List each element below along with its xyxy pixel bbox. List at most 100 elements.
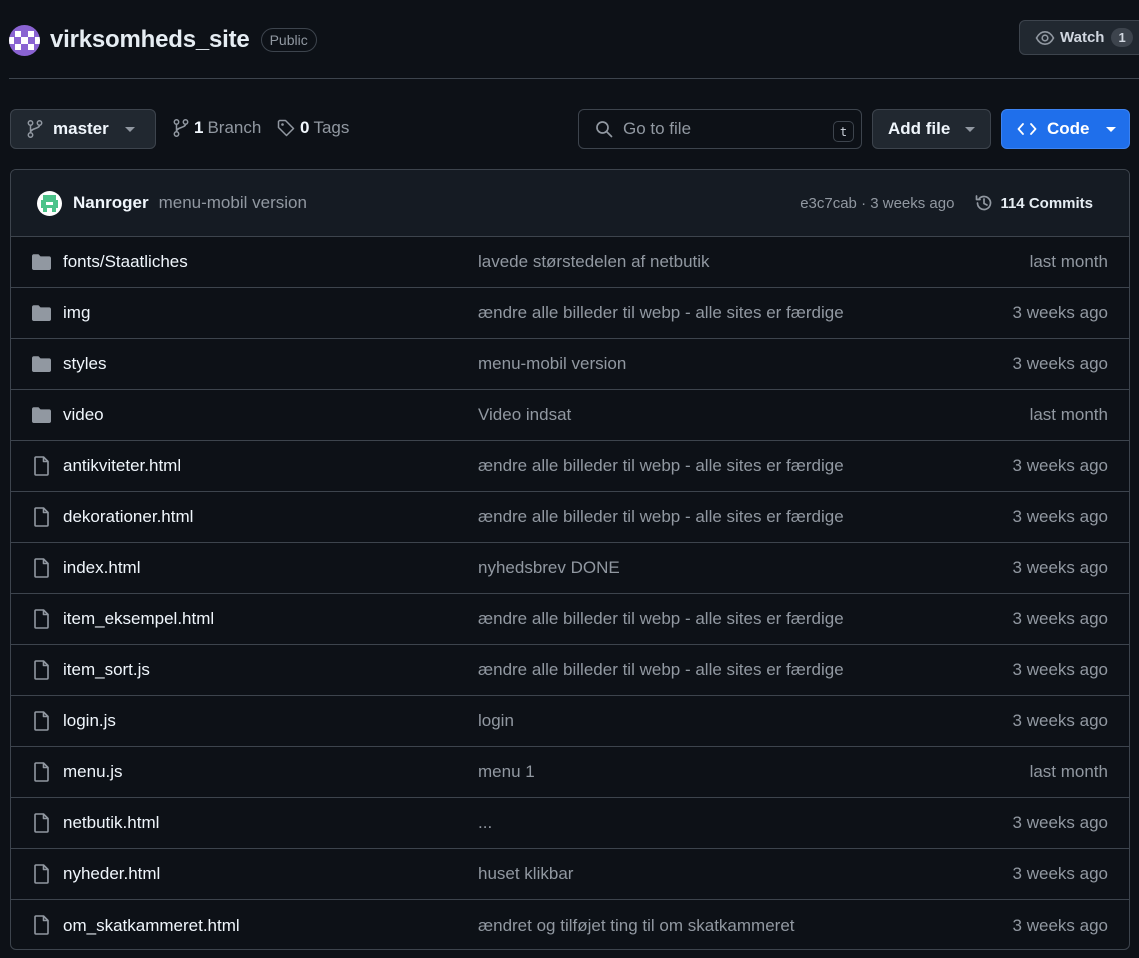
file-name[interactable]: netbutik.html: [63, 813, 159, 833]
table-row[interactable]: menu.js menu 1 last month: [11, 747, 1129, 798]
branch-icon: [173, 119, 189, 137]
file-icon: [31, 456, 52, 476]
code-button[interactable]: Code: [1001, 109, 1130, 149]
table-row[interactable]: nyheder.html huset klikbar 3 weeks ago: [11, 849, 1129, 900]
file-commit-message[interactable]: ændre alle billeder til webp - alle site…: [478, 303, 844, 323]
latest-commit-bar: Nanroger menu-mobil version e3c7cab · 3 …: [11, 170, 1129, 237]
table-row[interactable]: styles menu-mobil version 3 weeks ago: [11, 339, 1129, 390]
file-icon: [31, 711, 52, 731]
tag-count: 0: [300, 118, 310, 137]
table-row[interactable]: antikviteter.html ændre alle billeder ti…: [11, 441, 1129, 492]
file-date: 3 weeks ago: [1012, 354, 1108, 373]
folder-icon: [31, 355, 52, 373]
table-row[interactable]: login.js login 3 weeks ago: [11, 696, 1129, 747]
file-name[interactable]: video: [63, 405, 104, 425]
file-date: 3 weeks ago: [1012, 813, 1108, 832]
branch-selector-button[interactable]: master: [10, 109, 156, 149]
file-date: last month: [1029, 762, 1108, 781]
file-commit-message[interactable]: ...: [478, 813, 492, 833]
file-icon: [31, 813, 52, 833]
file-name[interactable]: menu.js: [63, 762, 123, 782]
repo-header: virksomheds_site Public: [9, 18, 317, 62]
table-row[interactable]: item_sort.js ændre alle billeder til web…: [11, 645, 1129, 696]
file-commit-message[interactable]: ændret og tilføjet ting til om skatkamme…: [478, 916, 795, 936]
file-name[interactable]: img: [63, 303, 90, 323]
file-icon: [31, 660, 52, 680]
file-date: 3 weeks ago: [1012, 507, 1108, 526]
file-date: 3 weeks ago: [1012, 660, 1108, 679]
header-divider: [9, 78, 1139, 79]
file-commit-message[interactable]: login: [478, 711, 514, 731]
watch-button[interactable]: Watch 1: [1019, 20, 1139, 55]
file-name[interactable]: nyheder.html: [63, 864, 160, 884]
file-commit-message[interactable]: ændre alle billeder til webp - alle site…: [478, 507, 844, 527]
code-icon: [1017, 123, 1037, 135]
search-input[interactable]: [623, 119, 823, 139]
table-row[interactable]: video Video indsat last month: [11, 390, 1129, 441]
branches-link[interactable]: 1 Branch: [173, 118, 261, 138]
table-row[interactable]: dekorationer.html ændre alle billeder ti…: [11, 492, 1129, 543]
file-commit-message[interactable]: ændre alle billeder til webp - alle site…: [478, 609, 844, 629]
search-icon: [596, 121, 613, 138]
file-commit-message[interactable]: lavede størstedelen af netbutik: [478, 252, 710, 272]
file-name[interactable]: dekorationer.html: [63, 507, 193, 527]
file-name[interactable]: fonts/Staatliches: [63, 252, 188, 272]
branch-icon: [27, 120, 43, 138]
file-icon: [31, 762, 52, 782]
avatar[interactable]: [37, 190, 62, 216]
file-listing: Nanroger menu-mobil version e3c7cab · 3 …: [10, 169, 1130, 950]
file-date: 3 weeks ago: [1012, 915, 1108, 935]
file-icon: [31, 558, 52, 578]
commits-link[interactable]: 114 Commits: [974, 193, 1093, 213]
table-row[interactable]: om_skatkammeret.html ændret og tilføjet …: [11, 900, 1129, 949]
add-file-button[interactable]: Add file: [872, 109, 991, 149]
file-name[interactable]: antikviteter.html: [63, 456, 181, 476]
file-name[interactable]: om_skatkammeret.html: [63, 916, 240, 936]
file-icon: [31, 507, 52, 527]
file-name[interactable]: item_sort.js: [63, 660, 150, 680]
file-icon: [31, 915, 52, 935]
file-commit-message[interactable]: ændre alle billeder til webp - alle site…: [478, 456, 844, 476]
code-label: Code: [1047, 119, 1090, 138]
table-row[interactable]: fonts/Staatliches lavede størstedelen af…: [11, 237, 1129, 288]
file-name[interactable]: styles: [63, 354, 106, 374]
file-commit-message[interactable]: ændre alle billeder til webp - alle site…: [478, 660, 844, 680]
file-name[interactable]: login.js: [63, 711, 116, 731]
avatar[interactable]: [9, 24, 40, 56]
chevron-down-icon: [1105, 126, 1116, 132]
table-row[interactable]: img ændre alle billeder til webp - alle …: [11, 288, 1129, 339]
visibility-badge: Public: [260, 28, 317, 52]
file-date: 3 weeks ago: [1012, 558, 1108, 577]
branch-word: Branch: [207, 118, 262, 137]
file-icon: [31, 864, 52, 884]
commit-hash-time[interactable]: e3c7cab · 3 weeks ago: [800, 195, 954, 212]
file-commit-message[interactable]: Video indsat: [478, 405, 571, 425]
file-date: 3 weeks ago: [1012, 609, 1108, 628]
commits-label: 114 Commits: [1000, 194, 1093, 212]
branch-count: 1: [194, 118, 204, 137]
file-name[interactable]: item_eksempel.html: [63, 609, 214, 629]
file-date: 3 weeks ago: [1012, 711, 1108, 730]
file-commit-message[interactable]: menu 1: [478, 762, 535, 782]
file-date: last month: [1029, 252, 1108, 271]
file-icon: [31, 609, 52, 629]
table-row[interactable]: netbutik.html ... 3 weeks ago: [11, 798, 1129, 849]
go-to-file-search[interactable]: t: [578, 109, 862, 149]
tag-icon: [277, 119, 295, 137]
table-row[interactable]: index.html nyhedsbrev DONE 3 weeks ago: [11, 543, 1129, 594]
branch-label: master: [53, 119, 109, 138]
table-row[interactable]: item_eksempel.html ændre alle billeder t…: [11, 594, 1129, 645]
add-file-label: Add file: [888, 119, 951, 138]
file-name[interactable]: index.html: [63, 558, 140, 578]
file-date: 3 weeks ago: [1012, 864, 1108, 883]
watch-label: Watch: [1060, 29, 1105, 46]
file-commit-message[interactable]: nyhedsbrev DONE: [478, 558, 620, 578]
commit-author[interactable]: Nanroger: [73, 193, 149, 213]
repo-name[interactable]: virksomheds_site: [50, 26, 250, 54]
watch-count: 1: [1111, 28, 1133, 47]
tags-link[interactable]: 0 Tags: [277, 118, 349, 138]
file-commit-message[interactable]: huset klikbar: [478, 864, 573, 884]
file-commit-message[interactable]: menu-mobil version: [478, 354, 626, 374]
shortcut-key: t: [833, 121, 854, 142]
commit-message[interactable]: menu-mobil version: [159, 193, 307, 213]
